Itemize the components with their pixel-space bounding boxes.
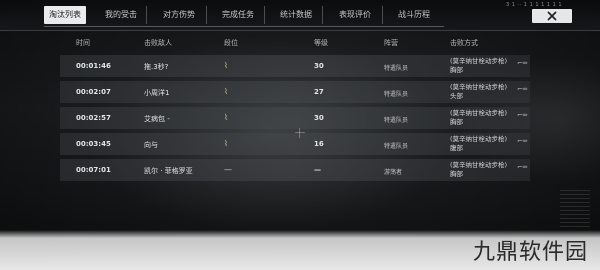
header-level: 等级	[314, 39, 328, 47]
rank-badge-icon: ⌇	[224, 61, 228, 70]
tab-performance-review[interactable]: 表现评价	[328, 6, 383, 24]
weapon-icon: ⌐═	[517, 85, 528, 93]
tab-completed-tasks[interactable]: 完成任务	[212, 6, 265, 24]
weapon-icon: ⌐═	[517, 111, 528, 119]
method-weapon: (莫辛纳甘栓动步枪)	[450, 57, 508, 65]
tab-elimination-list[interactable]: 淘汰列表	[44, 6, 86, 24]
row-time: 00:02:57	[76, 114, 111, 122]
table-row[interactable]: 00:07:01 凯尔 · 菲格罗亚 — — 游荡者 (莫辛纳甘栓动步枪) 胸部…	[60, 159, 530, 181]
method-hit-part: 胸部	[450, 170, 463, 178]
method-hit-part: 胸部	[450, 66, 463, 74]
table-row[interactable]: 00:02:07 小周洋1 ⌇ 27 特遣队员 (莫辛纳甘栓动步枪) 头部 ⌐═	[60, 81, 530, 103]
row-level: 30	[314, 114, 324, 122]
row-camp: 游荡者	[384, 169, 403, 176]
background-detail	[560, 190, 590, 230]
method-hit-part: 胸部	[450, 118, 463, 126]
row-method: (莫辛纳甘栓动步枪) 腹部	[450, 135, 507, 153]
rank-badge-icon: ⌇	[224, 139, 228, 148]
tab-enemy-wounds[interactable]: 对方伤势	[152, 6, 207, 24]
row-level: 27	[314, 88, 324, 96]
top-tab-bar: 淘汰列表 我的受击 对方伤势 完成任务 统计数据 表现评价 战斗历程 3 1 ·…	[0, 0, 600, 31]
rank-badge-icon: ⌇	[224, 113, 228, 122]
row-camp: 特遣队员	[384, 65, 409, 72]
header-camp: 阵营	[384, 39, 398, 47]
table-header: 时间 击败敌人 段位 等级 阵营 击败方式	[60, 38, 530, 48]
row-camp: 特遣队员	[384, 91, 409, 98]
weapon-icon: ⌐═	[517, 137, 528, 145]
row-level: 30	[314, 62, 324, 70]
row-camp: 特遣队员	[384, 117, 409, 124]
row-method: (莫辛纳甘栓动步枪) 头部	[450, 83, 507, 101]
row-level: —	[314, 166, 321, 174]
rank-badge-icon: ⌇	[224, 87, 228, 96]
table-row[interactable]: 00:02:57 艾病包 - ⌇ 30 特遣队员 (莫辛纳甘栓动步枪) 胸部 ⌐…	[60, 107, 530, 129]
method-weapon: (莫辛纳甘栓动步枪)	[450, 135, 508, 143]
weapon-icon: ⌐═	[517, 163, 528, 171]
tab-battle-history[interactable]: 战斗历程	[388, 6, 440, 24]
row-rank: —	[224, 165, 232, 174]
table-row[interactable]: 00:01:46 拖.3秒? ⌇ 30 特遣队员 (莫辛纳甘栓动步枪) 胸部 ⌐…	[60, 55, 530, 77]
row-level: 16	[314, 140, 324, 148]
row-enemy: 拖.3秒?	[144, 63, 169, 71]
row-enemy: 向与	[144, 141, 158, 149]
close-button[interactable]	[532, 9, 572, 23]
header-method: 击败方式	[450, 39, 478, 47]
row-time: 00:01:46	[76, 62, 111, 70]
row-method: (莫辛纳甘栓动步枪) 胸部	[450, 57, 507, 75]
row-time: 00:03:45	[76, 140, 111, 148]
method-hit-part: 头部	[450, 92, 463, 100]
header-time: 时间	[76, 39, 90, 47]
row-camp: 特遣队员	[384, 143, 409, 150]
method-weapon: (莫辛纳甘栓动步枪)	[450, 83, 508, 91]
method-weapon: (莫辛纳甘栓动步枪)	[450, 161, 508, 169]
close-x-icon	[547, 11, 557, 21]
header-enemy: 击败敌人	[144, 39, 172, 47]
row-method: (莫辛纳甘栓动步枪) 胸部	[450, 161, 507, 179]
crosshair-icon	[295, 128, 305, 138]
tab-statistics[interactable]: 统计数据	[270, 6, 323, 24]
watermark-text: 九鼎软件园	[472, 240, 588, 265]
method-hit-part: 腹部	[450, 144, 463, 152]
row-method: (莫辛纳甘栓动步枪) 胸部	[450, 109, 507, 127]
row-time: 00:07:01	[76, 166, 111, 174]
tab-underline	[44, 26, 444, 27]
row-enemy: 小周洋1	[144, 89, 170, 97]
header-rank: 段位	[224, 39, 238, 47]
weapon-icon: ⌐═	[517, 59, 528, 67]
row-enemy: 凯尔 · 菲格罗亚	[144, 167, 193, 175]
row-time: 00:02:07	[76, 88, 111, 96]
tab-my-hits[interactable]: 我的受击	[96, 6, 147, 24]
status-readout: 3 1 ·· 1 1 1 1 1 1 1	[506, 2, 563, 8]
method-weapon: (莫辛纳甘栓动步枪)	[450, 109, 508, 117]
row-enemy: 艾病包 -	[144, 115, 170, 123]
